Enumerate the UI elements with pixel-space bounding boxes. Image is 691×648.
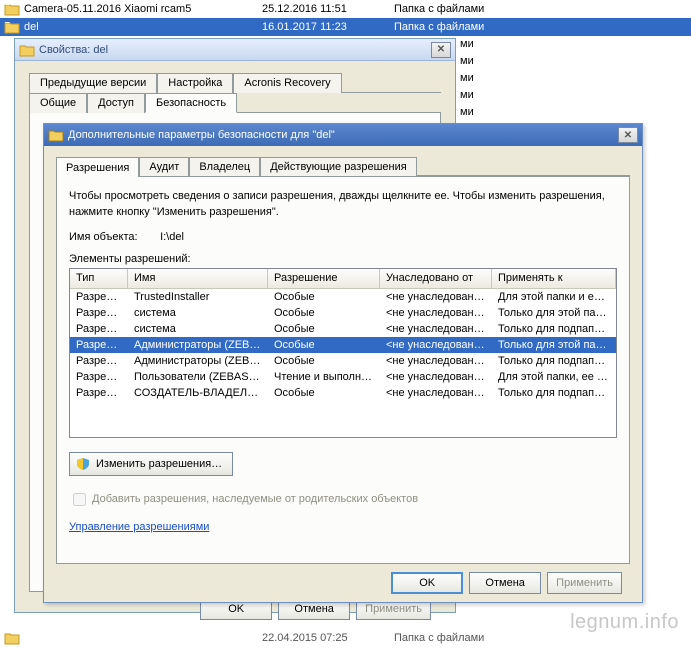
tab-prev-versions[interactable]: Предыдущие версии bbox=[29, 73, 157, 93]
file-name: Camera-05.11.2016 Xiaomi rcam5 bbox=[24, 3, 191, 15]
object-name-label: Имя объекта: bbox=[69, 231, 157, 243]
cell: Для этой папки, ее под… bbox=[492, 371, 616, 383]
cell: Пользователи (ZEBAS-… bbox=[128, 371, 268, 383]
tab-permissions[interactable]: Разрешения bbox=[56, 157, 139, 177]
tab-effective[interactable]: Действующие разрешения bbox=[260, 157, 416, 176]
cell: Разреш… bbox=[70, 371, 128, 383]
table-row[interactable]: Разреш…системаОсобые<не унаследовано>Тол… bbox=[70, 321, 616, 337]
cell: Только для этой папки bbox=[492, 307, 616, 319]
cell: система bbox=[128, 323, 268, 335]
cell: Особые bbox=[268, 323, 380, 335]
file-date: 25.12.2016 11:51 bbox=[262, 3, 394, 15]
folder-icon bbox=[4, 20, 20, 34]
cell: TrustedInstaller bbox=[128, 291, 268, 303]
cell: <не унаследовано> bbox=[380, 387, 492, 399]
cell: Администраторы (ZEBA… bbox=[128, 339, 268, 351]
cancel-button[interactable]: Отмена bbox=[469, 572, 541, 594]
cell: Для этой папки и ее по… bbox=[492, 291, 616, 303]
cell: <не унаследовано> bbox=[380, 323, 492, 335]
cell: Особые bbox=[268, 387, 380, 399]
cell: Разреш… bbox=[70, 355, 128, 367]
cell: Только для этой папки bbox=[492, 339, 616, 351]
table-row[interactable]: Разреш…Администраторы (ZEBA…Особые<не ун… bbox=[70, 353, 616, 369]
ok-button[interactable]: OK bbox=[391, 572, 463, 594]
file-date: 16.01.2017 11:23 bbox=[262, 21, 394, 33]
titlebar[interactable]: Дополнительные параметры безопасности дл… bbox=[44, 124, 642, 146]
titlebar[interactable]: Свойства: del ✕ bbox=[15, 39, 455, 61]
cell: <не унаследовано> bbox=[380, 371, 492, 383]
inherit-checkbox-label: Добавить разрешения, наследуемые от роди… bbox=[92, 493, 418, 505]
folder-icon bbox=[4, 631, 20, 645]
cell: Особые bbox=[268, 355, 380, 367]
folder-icon bbox=[48, 128, 64, 142]
cell: Только для подпапок и … bbox=[492, 323, 616, 335]
folder-icon bbox=[19, 43, 35, 57]
permissions-label: Элементы разрешений: bbox=[69, 253, 617, 265]
object-name-value: I:\del bbox=[160, 231, 184, 243]
tab-security[interactable]: Безопасность bbox=[145, 93, 237, 113]
col-permission[interactable]: Разрешение bbox=[268, 269, 380, 288]
table-header[interactable]: Тип Имя Разрешение Унаследовано от Приме… bbox=[70, 269, 616, 289]
col-apply[interactable]: Применять к bbox=[492, 269, 616, 288]
file-row[interactable]: Camera-05.11.2016 Xiaomi rcam5 25.12.201… bbox=[0, 0, 691, 18]
cell: Разреш… bbox=[70, 339, 128, 351]
apply-button[interactable]: Применить bbox=[547, 572, 622, 594]
table-row[interactable]: Разреш…TrustedInstallerОсобые<не унаслед… bbox=[70, 289, 616, 305]
close-button[interactable]: ✕ bbox=[431, 42, 451, 58]
file-name: del bbox=[24, 21, 39, 33]
cell: Разреш… bbox=[70, 307, 128, 319]
cell: <не унаследовано> bbox=[380, 339, 492, 351]
file-row-selected[interactable]: del 16.01.2017 11:23 Папка с файлами bbox=[0, 18, 691, 36]
cell: Разреш… bbox=[70, 291, 128, 303]
cell: СОЗДАТЕЛЬ-ВЛАДЕЛЕЦ bbox=[128, 387, 268, 399]
col-name[interactable]: Имя bbox=[128, 269, 268, 288]
tab-audit[interactable]: Аудит bbox=[139, 157, 189, 176]
tab-owner[interactable]: Владелец bbox=[189, 157, 260, 176]
cell: Администраторы (ZEBA… bbox=[128, 355, 268, 367]
info-text: Чтобы просмотреть сведения о записи разр… bbox=[69, 189, 617, 221]
window-title: Дополнительные параметры безопасности дл… bbox=[68, 129, 618, 141]
col-type[interactable]: Тип bbox=[70, 269, 128, 288]
cell: Только для подпапок и … bbox=[492, 387, 616, 399]
advanced-security-dialog: Дополнительные параметры безопасности дл… bbox=[43, 123, 643, 603]
cell: Особые bbox=[268, 307, 380, 319]
cell: <не унаследовано> bbox=[380, 307, 492, 319]
tab-acronis[interactable]: Acronis Recovery bbox=[233, 73, 341, 93]
watermark: legnum.info bbox=[570, 611, 679, 634]
table-row[interactable]: Разреш…СОЗДАТЕЛЬ-ВЛАДЕЛЕЦОсобые<не унасл… bbox=[70, 385, 616, 401]
col-inherited[interactable]: Унаследовано от bbox=[380, 269, 492, 288]
permissions-table[interactable]: Тип Имя Разрешение Унаследовано от Приме… bbox=[69, 268, 617, 438]
cell: Разреш… bbox=[70, 387, 128, 399]
folder-icon bbox=[4, 2, 20, 16]
cell: Только для подпапок и … bbox=[492, 355, 616, 367]
change-permissions-button[interactable]: Изменить разрешения… bbox=[69, 452, 233, 476]
file-type: Папка с файлами bbox=[394, 21, 687, 33]
tab-sharing[interactable]: Доступ bbox=[87, 93, 145, 113]
close-button[interactable]: ✕ bbox=[618, 127, 638, 143]
cell: <не унаследовано> bbox=[380, 355, 492, 367]
file-type: Папка с файлами bbox=[394, 3, 687, 15]
window-title: Свойства: del bbox=[39, 44, 431, 56]
change-permissions-label: Изменить разрешения… bbox=[96, 458, 222, 470]
tab-page-permissions: Чтобы просмотреть сведения о записи разр… bbox=[56, 176, 630, 564]
tab-settings[interactable]: Настройка bbox=[157, 73, 233, 93]
cell: Чтение и выполне… bbox=[268, 371, 380, 383]
table-row[interactable]: Разреш…системаОсобые<не унаследовано>Тол… bbox=[70, 305, 616, 321]
cell: Особые bbox=[268, 339, 380, 351]
tab-general[interactable]: Общие bbox=[29, 93, 87, 113]
cell: Особые bbox=[268, 291, 380, 303]
explorer-background: Camera-05.11.2016 Xiaomi rcam5 25.12.201… bbox=[0, 0, 691, 36]
shield-icon bbox=[76, 457, 90, 471]
manage-permissions-link[interactable]: Управление разрешениями bbox=[69, 521, 209, 533]
table-row[interactable]: Разреш…Администраторы (ZEBA…Особые<не ун… bbox=[70, 337, 616, 353]
inherit-checkbox bbox=[73, 493, 86, 506]
table-row[interactable]: Разреш…Пользователи (ZEBAS-…Чтение и вып… bbox=[70, 369, 616, 385]
cell: система bbox=[128, 307, 268, 319]
cell: Разреш… bbox=[70, 323, 128, 335]
cell: <не унаследовано> bbox=[380, 291, 492, 303]
